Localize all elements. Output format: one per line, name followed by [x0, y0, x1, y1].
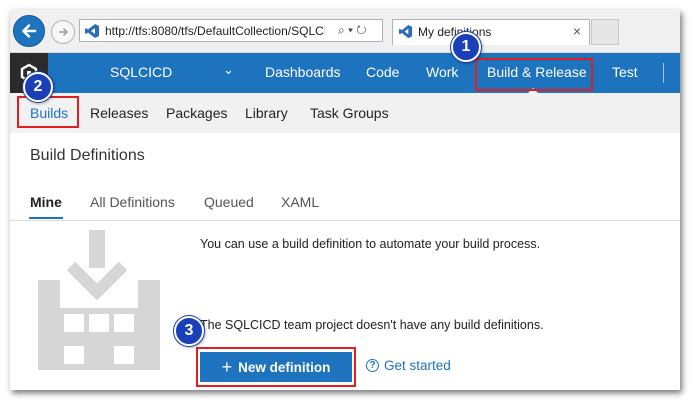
highlight-build-release	[475, 58, 593, 91]
tab-mine[interactable]: Mine	[30, 194, 62, 210]
nav-dashboards[interactable]: Dashboards	[265, 64, 341, 80]
back-button[interactable]	[13, 15, 45, 47]
visual-studio-icon	[85, 24, 99, 38]
browser-window: http://tfs:8080/tfs/DefaultCollection/SQ…	[10, 10, 680, 390]
nav-divider	[663, 63, 664, 83]
highlight-new-definition	[196, 347, 356, 387]
empty-state-message: You can use a build definition to automa…	[200, 237, 541, 251]
arrow-left-icon	[22, 24, 37, 38]
arrow-right-icon	[59, 27, 69, 37]
build-illustration-icon	[38, 230, 160, 370]
page-title: Build Definitions	[30, 147, 145, 164]
step-badge-1: 1	[451, 32, 481, 62]
tab-close-icon[interactable]: ×	[573, 23, 581, 39]
step-badge-2: 2	[23, 72, 53, 102]
nav-test[interactable]: Test	[612, 64, 638, 80]
subnav-packages[interactable]: Packages	[166, 105, 227, 121]
tab-xaml[interactable]: XAML	[281, 194, 319, 210]
subnav-library[interactable]: Library	[245, 105, 288, 121]
new-tab-button[interactable]	[591, 19, 619, 45]
subnav-releases[interactable]: Releases	[90, 105, 148, 121]
tab-queued[interactable]: Queued	[204, 194, 254, 210]
address-controls[interactable]: ⌕ ▾ ↻	[338, 23, 367, 38]
nav-code[interactable]: Code	[366, 64, 399, 80]
sub-navigation: Builds Releases Packages Library Task Gr…	[10, 93, 680, 133]
get-started-label: Get started	[384, 358, 451, 373]
address-bar[interactable]: http://tfs:8080/tfs/DefaultCollection/SQ…	[79, 19, 383, 42]
no-definitions-message: The SQLCICD team project doesn't have an…	[200, 318, 544, 332]
address-url: http://tfs:8080/tfs/DefaultCollection/SQ…	[105, 24, 325, 38]
subnav-task-groups[interactable]: Task Groups	[310, 105, 389, 121]
definition-tabs: Mine All Definitions Queued XAML	[10, 184, 680, 221]
step-badge-3: 3	[174, 316, 204, 346]
help-circle-icon: ?	[366, 359, 379, 372]
tab-all-definitions[interactable]: All Definitions	[90, 194, 175, 210]
get-started-link[interactable]: ? Get started	[366, 358, 451, 373]
forward-button[interactable]	[51, 20, 75, 44]
browser-tab-my-definitions[interactable]: My definitions ×	[392, 19, 590, 45]
browser-toolbar: http://tfs:8080/tfs/DefaultCollection/SQ…	[10, 10, 680, 53]
chevron-down-icon[interactable]: ⌄	[223, 62, 234, 78]
project-selector[interactable]: SQLCICD	[110, 64, 172, 80]
visual-studio-icon	[398, 24, 413, 39]
nav-work[interactable]: Work	[426, 64, 458, 80]
highlight-builds	[17, 96, 79, 128]
active-tab-underline	[29, 217, 63, 219]
